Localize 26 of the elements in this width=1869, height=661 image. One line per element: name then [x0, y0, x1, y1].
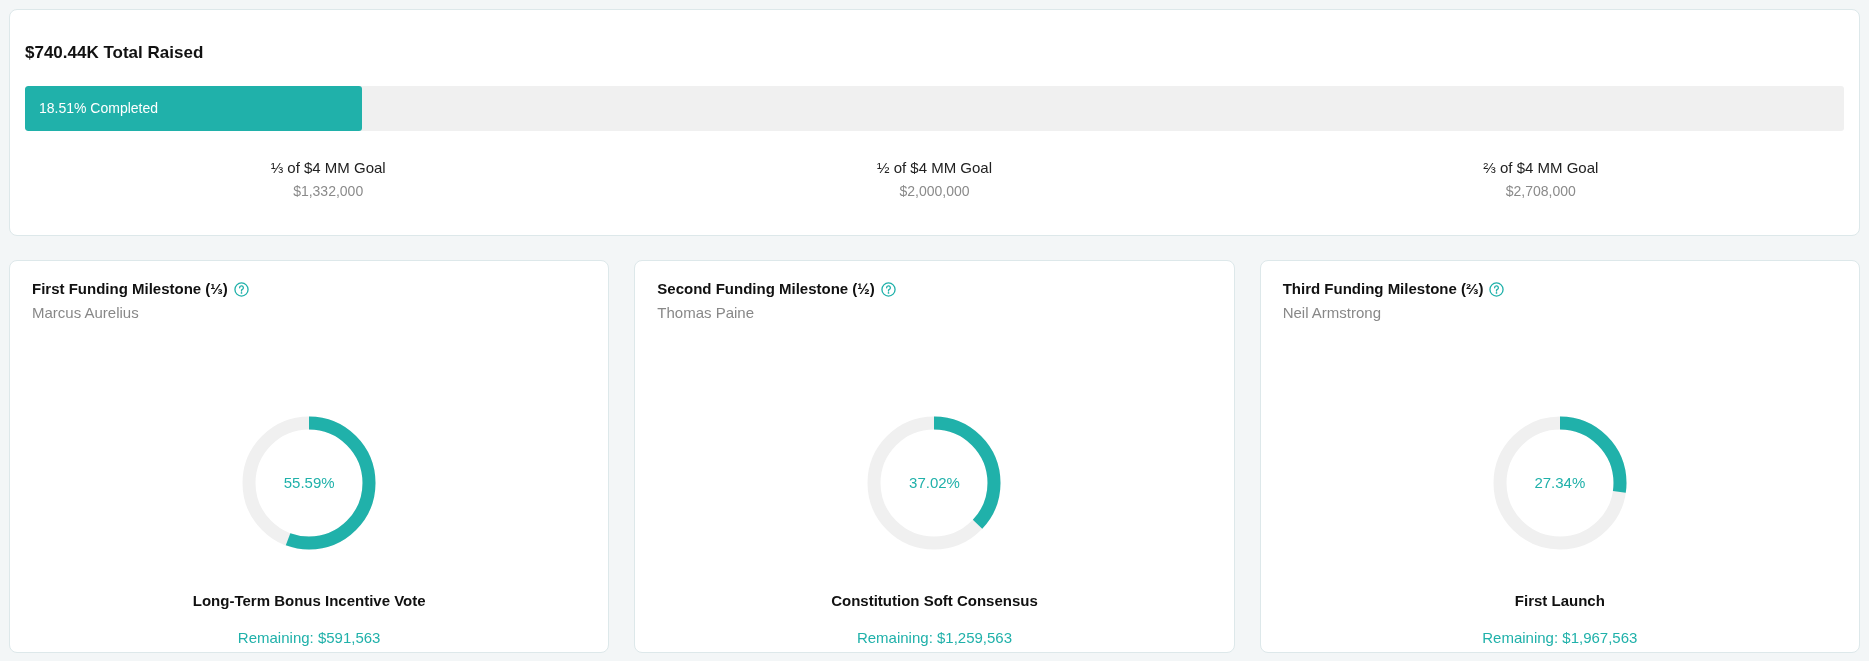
milestone-person: Thomas Paine: [657, 302, 756, 323]
help-icon[interactable]: [233, 281, 249, 297]
milestone-title: Second Funding Milestone (½): [657, 279, 875, 299]
milestone-name: First Launch: [1514, 591, 1605, 611]
goal-amount: $1,332,000: [293, 182, 364, 201]
donut-percent: 27.34%: [1534, 474, 1586, 492]
milestone-person: Neil Armstrong: [1282, 302, 1383, 323]
goal-label: ⅓ of $4 MM Goal: [270, 157, 386, 178]
milestone-title: First Funding Milestone (⅓): [32, 279, 228, 299]
help-icon[interactable]: [880, 281, 896, 297]
donut-percent: 37.02%: [909, 474, 960, 492]
total-raised-title: $740.44K Total Raised: [25, 42, 205, 64]
milestone-title: Third Funding Milestone (⅔): [1282, 279, 1484, 299]
milestone-name: Constitution Soft Consensus: [831, 591, 1038, 611]
remaining-amount: Remaining: $591,563: [237, 627, 381, 648]
remaining-amount: Remaining: $1,967,563: [1482, 627, 1638, 648]
goal-amount: $2,708,000: [1505, 182, 1576, 201]
goal-label: ½ of $4 MM Goal: [876, 157, 992, 178]
goal-label: ⅔ of $4 MM Goal: [1483, 157, 1599, 178]
progress-label: 18.51% Completed: [38, 98, 159, 118]
milestone-person: Marcus Aurelius: [32, 302, 140, 323]
milestone-name: Long-Term Bonus Incentive Vote: [192, 591, 426, 611]
donut-percent: 55.59%: [283, 474, 335, 492]
goal-amount: $2,000,000: [899, 182, 970, 201]
remaining-amount: Remaining: $1,259,563: [856, 627, 1013, 648]
help-icon[interactable]: [1489, 281, 1505, 297]
